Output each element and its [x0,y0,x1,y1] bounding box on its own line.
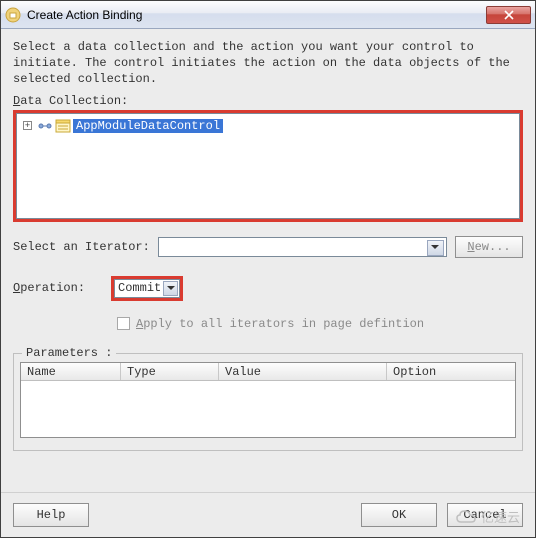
app-icon [5,7,21,23]
parameters-table: Name Type Value Option [20,362,516,438]
column-value[interactable]: Value [219,363,387,380]
ok-button[interactable]: OK [361,503,437,527]
operation-select[interactable]: Commit [114,279,180,298]
help-button[interactable]: Help [13,503,89,527]
tree-row[interactable]: + [23,118,513,134]
operation-row: Operation: Commit [13,276,523,301]
operation-label: Operation: [13,281,85,295]
new-button[interactable]: New... [455,236,523,258]
apply-all-label: Apply to all iterators in page defintion [136,317,424,331]
operation-value: Commit [118,281,161,295]
iterator-label: Select an Iterator: [13,240,150,254]
parameters-legend: Parameters : [22,346,116,360]
dialog-footer: Help OK Cancel [1,492,535,537]
dialog-content: Select a data collection and the action … [1,29,535,492]
column-name[interactable]: Name [21,363,121,380]
apply-all-row: Apply to all iterators in page defintion [117,317,523,331]
data-collection-label: Data Collection: [13,94,523,108]
apply-all-checkbox[interactable] [117,317,130,330]
parameters-header: Name Type Value Option [21,363,515,381]
description-text: Select a data collection and the action … [13,39,523,88]
parameters-group: Parameters : Name Type Value Option [13,353,523,451]
operation-highlight: Commit [111,276,183,301]
data-collection-tree[interactable]: + [16,113,520,219]
data-collection-highlight: + [13,110,523,222]
cancel-button[interactable]: Cancel [447,503,523,527]
titlebar: Create Action Binding [1,1,535,29]
column-option[interactable]: Option [387,363,515,380]
chevron-down-icon[interactable] [163,281,178,296]
iterator-row: Select an Iterator: New... [13,236,523,258]
connector-icon [37,119,53,133]
close-button[interactable] [486,6,531,24]
column-type[interactable]: Type [121,363,219,380]
tree-expander-icon[interactable]: + [23,121,32,130]
dialog-window: Create Action Binding Select a data coll… [0,0,536,538]
datacontrol-icon [55,119,71,133]
iterator-select[interactable] [158,237,447,257]
window-title: Create Action Binding [27,8,486,22]
chevron-down-icon [431,245,439,249]
tree-item-label[interactable]: AppModuleDataControl [73,119,223,133]
